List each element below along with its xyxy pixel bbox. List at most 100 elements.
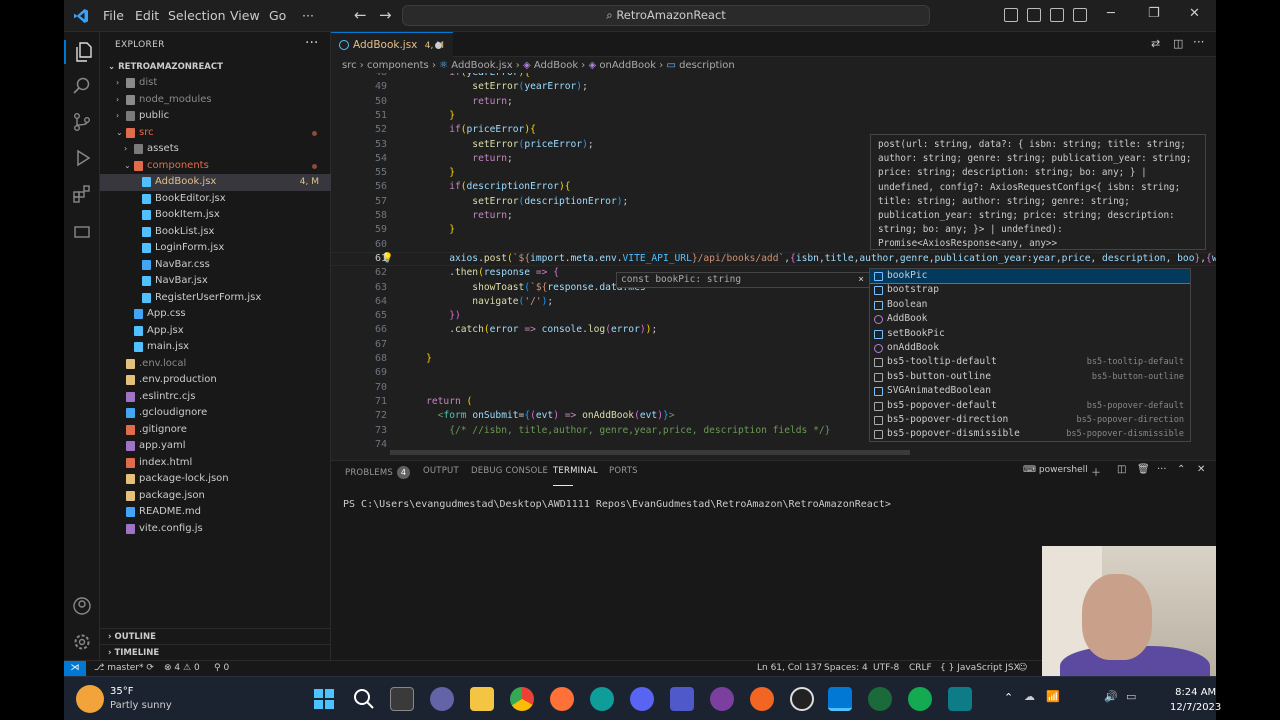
tree-file[interactable]: App.css	[100, 306, 331, 323]
tree-file[interactable]: main.jsx	[100, 339, 331, 356]
command-center-search[interactable]: ⌕ RetroAmazonReact	[402, 5, 930, 26]
end-of-line[interactable]: CRLF	[909, 661, 932, 676]
extensions-icon[interactable]	[72, 184, 92, 204]
tree-file[interactable]: package.json	[100, 488, 331, 505]
account-icon[interactable]	[72, 596, 92, 616]
tree-file[interactable]: BookList.jsx	[100, 224, 331, 241]
timeline-section[interactable]: › TIMELINE	[100, 644, 331, 660]
copilot-icon[interactable]: ☺	[1018, 661, 1027, 676]
tree-file[interactable]: App.jsx	[100, 323, 331, 340]
explorer-activity[interactable]	[64, 40, 100, 64]
tree-file[interactable]: .eslintrc.cjs	[100, 389, 331, 406]
breadcrumb-item[interactable]: onAddBook	[599, 60, 656, 71]
mongodb-icon[interactable]	[868, 687, 892, 711]
suggestion-item[interactable]: bs5-popover-default bs5-popover-default	[870, 399, 1190, 413]
menu-file[interactable]: File	[103, 8, 124, 23]
tab-addbook[interactable]: AddBook.jsx 4, M	[331, 32, 453, 57]
show-hidden-icons-icon[interactable]: ⌃	[1004, 691, 1013, 704]
suggestion-item[interactable]: bs5-button-outline bs5-button-outline	[870, 370, 1190, 384]
suggestion-item[interactable]: Boolean	[870, 298, 1190, 312]
tree-folder[interactable]: › assets	[100, 141, 331, 158]
menu-more[interactable]: ···	[302, 8, 314, 23]
file-explorer-icon[interactable]	[470, 687, 494, 711]
discord-icon[interactable]	[630, 687, 654, 711]
scrollbar-thumb[interactable]	[390, 450, 910, 455]
chrome-icon[interactable]	[510, 687, 534, 711]
task-view-icon[interactable]	[390, 687, 414, 711]
battery-icon[interactable]: ▭	[1126, 690, 1136, 703]
breadcrumb-item[interactable]: description	[679, 60, 735, 71]
edge-icon[interactable]	[590, 687, 614, 711]
settings-gear-icon[interactable]	[72, 632, 92, 652]
tab-debug-console[interactable]: DEBUG CONSOLE	[471, 466, 548, 476]
tree-file[interactable]: NavBar.jsx	[100, 273, 331, 290]
indentation[interactable]: Spaces: 4	[824, 661, 868, 676]
tree-file[interactable]: RegisterUserForm.jsx	[100, 290, 331, 307]
breadcrumb-item[interactable]: AddBook	[534, 60, 578, 71]
maximize-panel-icon[interactable]: ⌃	[1177, 464, 1185, 475]
teams-icon[interactable]	[670, 687, 694, 711]
customize-layout-icon[interactable]	[1073, 8, 1087, 22]
tree-file[interactable]: LoginForm.jsx	[100, 240, 331, 257]
back-arrow-icon[interactable]: ←	[354, 6, 367, 24]
github-icon[interactable]	[790, 687, 814, 711]
search-activity-icon[interactable]	[72, 76, 92, 96]
postman-icon[interactable]	[750, 687, 774, 711]
language-mode[interactable]: { } JavaScript JSX	[940, 661, 1020, 676]
close-detail-icon[interactable]: ×	[858, 273, 864, 287]
breadcrumb-item[interactable]: components	[367, 60, 429, 71]
tree-file[interactable]: .gcloudignore	[100, 405, 331, 422]
minimize-icon[interactable]: ─	[1107, 6, 1115, 21]
tree-folder[interactable]: › public	[100, 108, 331, 125]
terminal-prompt[interactable]: PS C:\Users\evangudmestad\Desktop\AWD111…	[343, 499, 891, 510]
restore-icon[interactable]: ❐	[1148, 6, 1160, 21]
menu-view[interactable]: View	[230, 8, 260, 23]
obs-icon[interactable]	[710, 687, 734, 711]
tree-file[interactable]: vite.config.js	[100, 521, 331, 538]
cursor-position[interactable]: Ln 61, Col 137	[757, 661, 822, 676]
breadcrumb-item[interactable]: src	[342, 60, 357, 71]
tree-file[interactable]: NavBar.css	[100, 257, 331, 274]
tree-file[interactable]: .env.production	[100, 372, 331, 389]
tree-folder[interactable]: ⌄ components	[100, 158, 331, 175]
tree-file[interactable]: app.yaml	[100, 438, 331, 455]
split-terminal-icon[interactable]: ◫	[1117, 464, 1126, 475]
tree-file[interactable]: AddBook.jsx 4, M	[100, 174, 331, 191]
menu-go[interactable]: Go	[269, 8, 286, 23]
suggestion-item[interactable]: onAddBook	[870, 341, 1190, 355]
forward-arrow-icon[interactable]: →	[379, 6, 392, 24]
suggestion-item[interactable]: setBookPic	[870, 327, 1190, 341]
tree-file[interactable]: .gitignore	[100, 422, 331, 439]
suggestion-item[interactable]: SVGAnimatedBoolean	[870, 384, 1190, 398]
problems-indicator[interactable]: ⊗ 4 ⚠ 0	[164, 661, 200, 676]
breadcrumb-item[interactable]: AddBook.jsx	[451, 60, 512, 71]
split-editor-icon[interactable]: ◫	[1173, 37, 1183, 50]
new-terminal-icon[interactable]: ＋	[1091, 464, 1101, 479]
terminal-selector[interactable]: ⌨ powershell	[1023, 465, 1088, 475]
suggestion-item[interactable]: bookPic	[870, 269, 1190, 285]
suggestion-item[interactable]: AddBook	[870, 312, 1190, 326]
tree-file[interactable]: BookItem.jsx	[100, 207, 331, 224]
clock[interactable]: 8:24 AM 12/7/2023	[1170, 685, 1221, 715]
run-debug-icon[interactable]	[72, 148, 92, 168]
suggestion-item[interactable]: bs5-tooltip-default bs5-tooltip-default	[870, 355, 1190, 369]
encoding[interactable]: UTF-8	[873, 661, 899, 676]
branch-indicator[interactable]: ⎇ master* ⟳	[94, 661, 154, 676]
kill-terminal-icon[interactable]: 🗑	[1137, 464, 1150, 475]
weather-widget[interactable]: 35°F Partly sunny	[110, 685, 172, 713]
tree-folder[interactable]: › dist	[100, 75, 331, 92]
menu-selection[interactable]: Selection	[168, 8, 226, 23]
volume-icon[interactable]: 🔊	[1104, 690, 1118, 703]
tree-file[interactable]: README.md	[100, 504, 331, 521]
explorer-more-icon[interactable]: ···	[305, 35, 318, 51]
editor-more-icon[interactable]: ···	[1193, 35, 1204, 49]
suggestion-item[interactable]: bootstrap	[870, 283, 1190, 297]
tab-terminal[interactable]: TERMINAL	[553, 466, 598, 486]
network-icon[interactable]: 📶	[1046, 690, 1060, 703]
chat-icon[interactable]	[430, 687, 454, 711]
panel-more-icon[interactable]: ···	[1157, 464, 1167, 475]
start-windows-icon[interactable]	[312, 687, 336, 711]
docker-icon[interactable]	[72, 222, 92, 242]
toggle-secondary-sidebar-icon[interactable]	[1050, 8, 1064, 22]
tab-problems[interactable]: PROBLEMS 4	[345, 466, 410, 479]
